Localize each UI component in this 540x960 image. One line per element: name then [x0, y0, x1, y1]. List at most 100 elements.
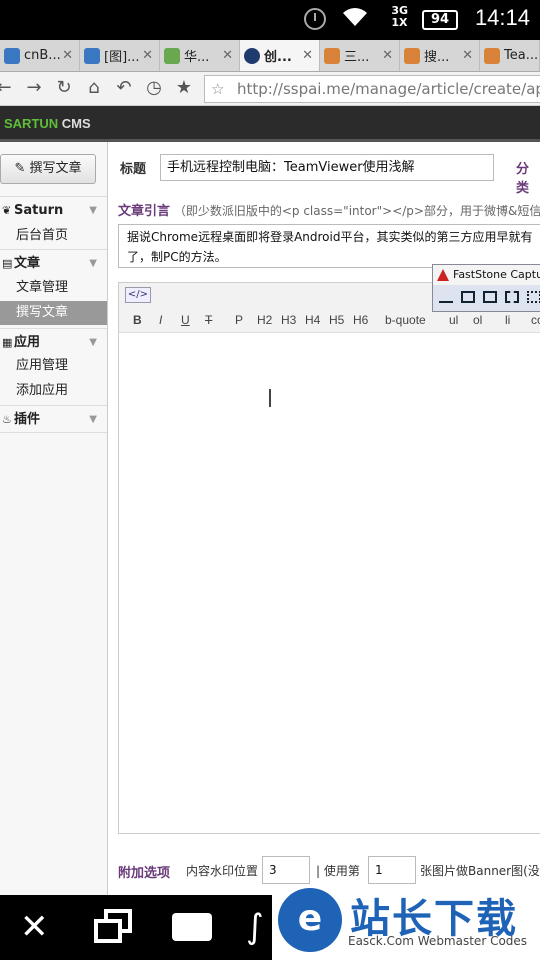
browser-tabs: cnB... ✕ [图]... ✕ 华... ✕ 创... ✕ 三... ✕ 搜... ✕ … — [0, 40, 540, 72]
tab-label: 搜... — [424, 50, 450, 65]
code-button[interactable]: co — [531, 313, 540, 327]
chevron-down-icon: ▼ — [89, 205, 97, 216]
category-label: 分类 — [516, 162, 530, 196]
chevron-down-icon: ▼ — [89, 337, 97, 348]
title-label: 标题 — [120, 162, 147, 177]
tab-5[interactable]: 搜... ✕ — [400, 40, 480, 71]
faststone-capture-panel[interactable]: FastStone Capture — [432, 264, 540, 312]
ordered-list-button[interactable]: ol — [473, 313, 482, 327]
home-icon[interactable]: ⌂ — [84, 78, 104, 98]
sidebar-item-write-article[interactable]: 撰写文章 — [0, 301, 107, 325]
network-indicator: 3G 1X — [391, 5, 408, 29]
italic-button[interactable]: I — [159, 313, 162, 327]
h5-button[interactable]: H5 — [329, 313, 344, 327]
status-bar: 3G 1X 94 14:14 — [0, 0, 540, 40]
sidebar-section-plugins[interactable]: ♨ 插件 ▼ — [0, 405, 107, 433]
blockquote-button[interactable]: b-quote — [385, 313, 426, 327]
sidebar-section-apps[interactable]: ▦ 应用 ▼ — [0, 328, 107, 356]
cms-header: SARTUN CMS — [0, 106, 540, 142]
main-content: 标题 手机远程控制电脑：TeamViewer使用浅解 分类 文章引言 （即少数派… — [108, 142, 540, 902]
back-icon[interactable]: ← — [0, 78, 14, 98]
h6-button[interactable]: H6 — [353, 313, 368, 327]
bold-button[interactable]: B — [133, 313, 142, 327]
rich-text-editor[interactable]: </> B I U T P H2 H3 H4 H5 H6 b-quote ul … — [118, 282, 540, 834]
capture-region-icon[interactable] — [505, 291, 519, 303]
bookmark-star-icon[interactable]: ★ — [174, 78, 194, 98]
excerpt-hint: （即少数派旧版中的<p class="intor"></p>部分，用于微博&短信… — [173, 204, 540, 218]
paragraph-button[interactable]: P — [235, 313, 243, 327]
gesture-icon[interactable]: ∫ — [246, 909, 264, 945]
tab-favicon-icon — [4, 47, 20, 64]
tab-favicon-icon — [404, 47, 420, 64]
tab-label: 创... — [264, 50, 292, 65]
clock: 14:14 — [474, 5, 530, 30]
site-logo-icon: e — [278, 888, 342, 952]
tab-6[interactable]: Tea... — [480, 40, 540, 71]
close-icon[interactable]: ✕ — [462, 48, 473, 63]
tab-favicon-icon — [84, 47, 100, 64]
close-icon[interactable]: ✕ — [302, 48, 313, 63]
star-outline-icon[interactable]: ☆ — [211, 76, 224, 102]
brand-name: SARTUN — [4, 116, 59, 131]
tab-1[interactable]: [图]... ✕ — [80, 40, 160, 71]
open-folder-icon[interactable] — [439, 291, 453, 303]
history-icon[interactable]: ◷ — [144, 78, 164, 98]
document-icon: ▤ — [2, 257, 13, 270]
unordered-list-button[interactable]: ul — [449, 313, 458, 327]
h3-button[interactable]: H3 — [281, 313, 296, 327]
brand-suffix: CMS — [61, 116, 91, 131]
h4-button[interactable]: H4 — [305, 313, 320, 327]
section-label: 应用 — [14, 335, 41, 350]
close-icon[interactable]: ✕ — [142, 48, 153, 63]
browser-toolbar: ← → ↻ ⌂ ↶ ◷ ★ ☆ http://sspai.me/manage/ar… — [0, 72, 540, 106]
sidebar-section-articles[interactable]: ▤ 文章 ▼ — [0, 249, 107, 277]
reload-icon[interactable]: ↻ — [54, 78, 74, 98]
h2-button[interactable]: H2 — [257, 313, 272, 327]
close-icon[interactable]: ✕ — [62, 48, 73, 63]
excerpt-label: 文章引言 — [118, 204, 171, 219]
additional-options: 附加选项 内容水印位置 3 | 使用第 1 张图片做Banner图(没有 — [118, 852, 540, 886]
capture-freehand-icon[interactable] — [527, 291, 540, 303]
strikethrough-button[interactable]: T — [205, 313, 212, 327]
tab-label: 三... — [344, 50, 370, 65]
close-icon[interactable]: ✕ — [20, 909, 49, 945]
banner-image-index-input[interactable]: 1 — [368, 856, 416, 884]
url-text: http://sspai.me/manage/article/create/ap… — [237, 80, 540, 98]
code-view-button[interactable]: </> — [125, 287, 151, 303]
tab-2[interactable]: 华... ✕ — [160, 40, 240, 71]
write-article-label: 撰写文章 — [29, 161, 82, 176]
title-input[interactable]: 手机远程控制电脑：TeamViewer使用浅解 — [160, 154, 494, 181]
sidebar-item-add-app[interactable]: 添加应用 — [0, 379, 107, 403]
write-article-button[interactable]: ✎ 撰写文章 — [0, 154, 96, 184]
list-item-button[interactable]: li — [505, 313, 510, 327]
address-bar[interactable]: ☆ http://sspai.me/manage/article/create/a… — [204, 75, 540, 103]
tab-3[interactable]: 创... ✕ — [240, 40, 320, 71]
watermark-position-input[interactable]: 3 — [262, 856, 310, 884]
tab-label: [图]... — [104, 50, 140, 65]
tab-label: Tea... — [504, 48, 539, 63]
net-type-bottom: 1X — [391, 16, 408, 29]
sidebar-item-article-manage[interactable]: 文章管理 — [0, 276, 107, 300]
keyboard-icon[interactable] — [172, 913, 212, 941]
tab-4[interactable]: 三... ✕ — [320, 40, 400, 71]
underline-button[interactable]: U — [181, 313, 190, 327]
wifi-icon — [342, 6, 368, 33]
close-icon[interactable]: ✕ — [222, 48, 233, 63]
tab-favicon-icon — [244, 47, 260, 64]
cms-logo[interactable]: SARTUN CMS — [4, 116, 91, 131]
recent-apps-icon[interactable] — [94, 909, 134, 945]
forward-icon[interactable]: → — [24, 78, 44, 98]
section-label: 插件 — [14, 412, 41, 427]
sidebar-item-dashboard[interactable]: 后台首页 — [0, 224, 107, 248]
close-icon[interactable]: ✕ — [382, 48, 393, 63]
tab-favicon-icon — [484, 47, 500, 64]
battery-icon: 94 — [422, 10, 458, 30]
undo-icon[interactable]: ↶ — [114, 78, 134, 98]
sidebar-section-saturn[interactable]: ❦ Saturn ▼ — [0, 196, 107, 224]
sidebar-item-app-manage[interactable]: 应用管理 — [0, 354, 107, 378]
capture-window-icon[interactable] — [461, 291, 475, 303]
tab-0[interactable]: cnB... ✕ — [0, 40, 80, 71]
tab-favicon-icon — [164, 47, 180, 64]
excerpt-textarea[interactable]: 据说Chrome远程桌面即将登录Android平台，其实类似的第三方应用早就有了… — [118, 224, 540, 268]
capture-object-icon[interactable] — [483, 291, 497, 303]
